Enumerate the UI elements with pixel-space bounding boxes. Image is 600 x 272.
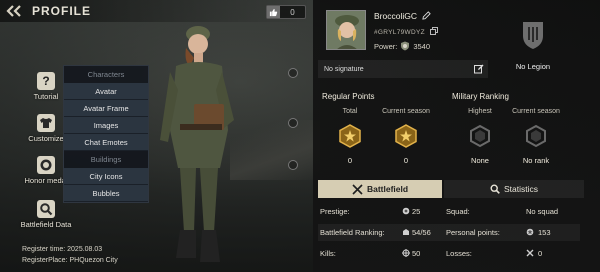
customize-label: Customize xyxy=(28,134,64,143)
total-points-value: 0 xyxy=(347,156,353,165)
kills-label: Kills: xyxy=(320,249,336,258)
losses-label: Losses: xyxy=(446,249,472,258)
register-time: Register time: 2025.08.03 xyxy=(22,246,102,253)
player-uid-row: #GRYL79WDYZ xyxy=(374,27,438,36)
carousel-dot-1[interactable] xyxy=(288,68,298,78)
menu-item-bubbles[interactable]: Bubbles xyxy=(64,185,148,202)
prestige-label: Prestige: xyxy=(320,207,350,216)
carousel-dot-3[interactable] xyxy=(288,160,298,170)
magnifier-icon xyxy=(37,200,55,218)
kills-value: 50 xyxy=(412,249,421,258)
avatar-portrait xyxy=(327,11,365,49)
like-count: 0 xyxy=(290,7,295,17)
signature-box[interactable]: No signature xyxy=(318,60,488,78)
total-points-label: Total xyxy=(342,108,358,115)
menu-item-chat-emotes[interactable]: Chat Emotes xyxy=(64,134,148,151)
tab-statistics-label: Statistics xyxy=(503,184,538,194)
losses-icon xyxy=(526,249,534,257)
power-icon xyxy=(401,41,410,51)
edit-signature-icon[interactable] xyxy=(474,64,484,74)
season-medal-icon xyxy=(395,124,417,148)
register-time-value: 2025.08.03 xyxy=(67,246,103,253)
squad-label: Squad: xyxy=(446,207,470,216)
military-ranking-title: Military Ranking xyxy=(452,92,509,101)
highest-rank-label: Highest xyxy=(468,108,492,115)
highest-rank-icon xyxy=(470,124,490,148)
copy-icon[interactable] xyxy=(429,27,438,35)
carousel-dot-2[interactable] xyxy=(288,118,298,128)
double-chevron-left-icon xyxy=(6,5,21,17)
personal-points-label: Personal points: xyxy=(446,228,500,237)
like-counter[interactable]: 0 xyxy=(266,5,306,19)
stat-row-ranking-personal: Battlefield Ranking: 54/56 Personal poin… xyxy=(318,224,580,241)
personal-points-value: 153 xyxy=(538,228,551,237)
tutorial-label: Tutorial xyxy=(33,92,59,101)
question-icon: ? xyxy=(37,72,55,90)
power-value: 3540 xyxy=(413,41,431,51)
season-points-value: 0 xyxy=(403,156,409,165)
shirt-icon xyxy=(37,114,55,132)
power-label: Power: xyxy=(374,41,398,51)
season-rank-label: Current season xyxy=(512,108,560,115)
soldier-character xyxy=(160,26,234,262)
characters-heading: Characters xyxy=(87,70,125,79)
customize-menu: Characters Avatar Avatar Frame Images Ch… xyxy=(63,65,149,203)
tab-statistics[interactable]: Statistics xyxy=(444,180,584,198)
stat-row-kills-losses: Kills: 50 Losses: 0 xyxy=(318,245,580,262)
register-place-label: RegisterPlace: xyxy=(22,257,68,264)
register-place-value: PHQuezon City xyxy=(69,257,118,264)
legion-label: No Legion xyxy=(515,62,551,71)
thumbs-up-icon xyxy=(267,6,280,18)
menu-item-images[interactable]: Images xyxy=(64,117,148,134)
signature-text: No signature xyxy=(324,65,364,73)
search-icon xyxy=(490,184,500,194)
player-avatar[interactable] xyxy=(326,10,366,50)
kills-icon xyxy=(402,249,410,257)
player-power: Power: 3540 xyxy=(374,41,430,51)
edit-name-icon[interactable] xyxy=(422,11,432,20)
battlefield-data-button[interactable]: Battlefield Data xyxy=(18,200,74,229)
register-time-label: Register time: xyxy=(22,246,66,253)
prestige-value: 25 xyxy=(412,207,421,216)
battlefield-ranking-label: Battlefield Ranking: xyxy=(320,228,385,237)
stat-row-prestige-squad: Prestige: 25 Squad: No squad xyxy=(318,203,580,220)
back-button[interactable] xyxy=(0,0,28,22)
squad-value: No squad xyxy=(526,207,559,216)
highest-rank-value: None xyxy=(471,156,489,165)
battlefield-ranking-value: 54/56 xyxy=(412,228,431,237)
season-rank-icon xyxy=(526,124,546,148)
season-points-label: Current season xyxy=(382,108,430,115)
battlefield-data-label: Battlefield Data xyxy=(20,220,72,229)
medal-icon xyxy=(37,156,55,174)
menu-item-avatar-frame[interactable]: Avatar Frame xyxy=(64,100,148,117)
points-medal-icon xyxy=(339,124,361,148)
regular-points-title: Regular Points xyxy=(322,92,375,101)
player-name-row: BroccoliGC xyxy=(374,11,432,21)
profile-screen: { "header": { "title": "PROFILE", "count… xyxy=(0,0,600,272)
page-title: PROFILE xyxy=(32,4,92,18)
season-rank-value: No rank xyxy=(522,156,550,165)
personal-points-icon xyxy=(526,228,534,236)
prestige-icon xyxy=(402,207,410,215)
register-place: RegisterPlace: PHQuezon City xyxy=(22,257,118,264)
player-uid: #GRYL79WDYZ xyxy=(374,29,425,36)
menu-item-city-icons[interactable]: City Icons xyxy=(64,168,148,185)
buildings-heading: Buildings xyxy=(90,155,122,164)
ranking-icon xyxy=(403,229,409,235)
crossed-swords-icon xyxy=(352,183,363,195)
menu-item-avatar[interactable]: Avatar xyxy=(64,83,148,100)
legion-emblem-icon[interactable] xyxy=(520,20,546,50)
honor-medal-label: Honor medal xyxy=(24,176,68,185)
player-name: BroccoliGC xyxy=(374,11,417,21)
losses-value: 0 xyxy=(538,249,543,258)
tab-battlefield[interactable]: Battlefield xyxy=(318,180,442,198)
tab-battlefield-label: Battlefield xyxy=(366,184,409,194)
